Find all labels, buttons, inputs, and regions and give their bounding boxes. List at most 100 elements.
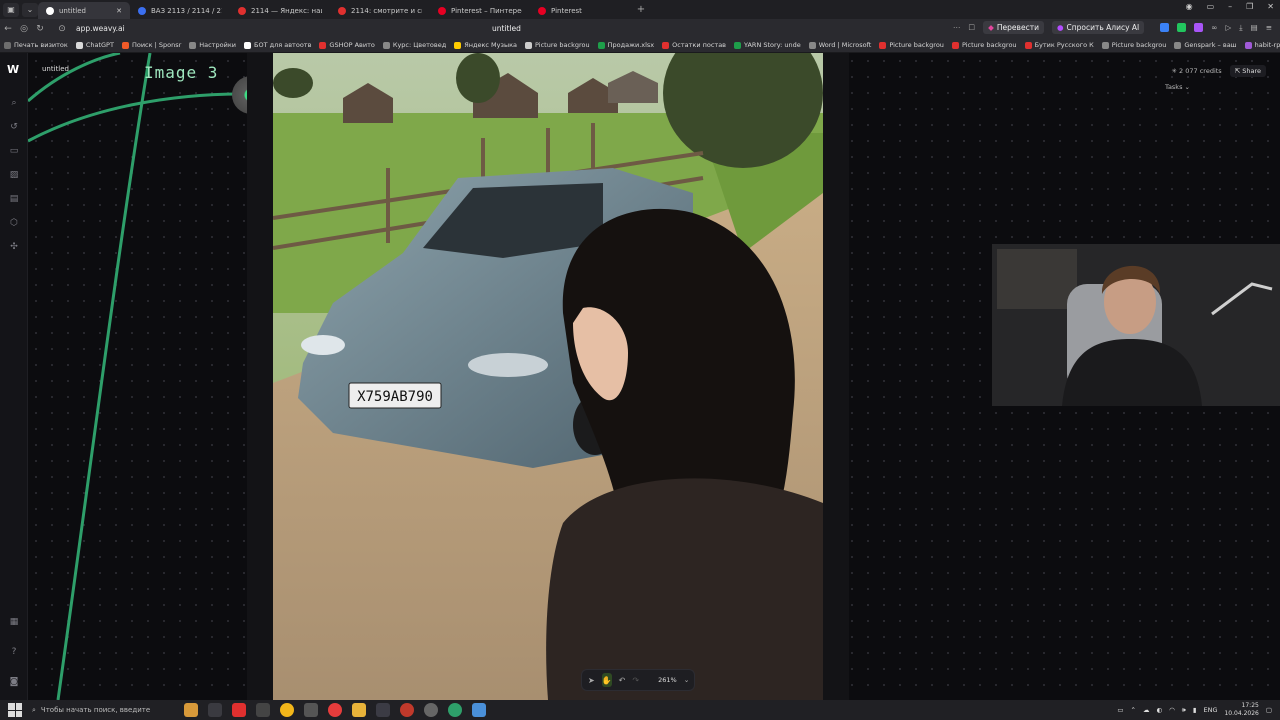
undo-icon[interactable]: ↶ bbox=[619, 676, 626, 685]
extension-icon[interactable] bbox=[1160, 23, 1170, 32]
bookmark-item[interactable]: Picture backgrou bbox=[1098, 41, 1171, 49]
browser-tab[interactable]: 2114: смотрите и скачива bbox=[330, 2, 430, 19]
bookmark-item[interactable]: Picture backgrou bbox=[521, 41, 594, 49]
bookmark-item[interactable]: Курс: Цветовед bbox=[379, 41, 450, 49]
select-tool-icon[interactable]: ➤ bbox=[588, 676, 595, 685]
ask-alice-button[interactable]: ● Спросить Алису AI bbox=[1051, 21, 1145, 34]
bookmark-icon[interactable]: ☐ bbox=[968, 23, 975, 32]
browser-tab[interactable]: Pinterest – Пинтерест bbox=[430, 2, 530, 19]
bookmark-item[interactable]: Word | Microsoft bbox=[805, 41, 876, 49]
bookmark-item[interactable]: Picture backgrou bbox=[948, 41, 1021, 49]
history-icon[interactable]: ↺ bbox=[8, 121, 20, 133]
browser-tab[interactable]: Pinterest bbox=[530, 2, 630, 19]
browser-tab[interactable]: untitled ✕ bbox=[38, 2, 130, 19]
photo-image: Х759АВ790 bbox=[273, 53, 823, 700]
app-icon[interactable] bbox=[448, 703, 462, 717]
photos-icon[interactable] bbox=[472, 703, 486, 717]
bookmark-item[interactable]: Продажи.xlsx bbox=[594, 41, 659, 49]
bookmark-item[interactable]: Настройки bbox=[185, 41, 240, 49]
close-tab-icon[interactable]: ✕ bbox=[116, 7, 122, 15]
media-icon[interactable]: ▷ bbox=[1226, 23, 1232, 32]
hand-tool-icon[interactable]: ✋ bbox=[601, 673, 612, 687]
app-icon[interactable] bbox=[256, 703, 270, 717]
tray-app-icon[interactable]: ☁ bbox=[1143, 706, 1150, 714]
bookmark-item[interactable]: Поиск | Sponsr bbox=[118, 41, 185, 49]
taskbar-search[interactable]: ⌕ Чтобы начать поиск, введите bbox=[32, 703, 184, 718]
settings-icon[interactable] bbox=[424, 703, 438, 717]
notifications-icon[interactable]: ▢ bbox=[1266, 706, 1272, 714]
share-button[interactable]: ⇱ Share bbox=[1229, 65, 1266, 77]
wifi-icon[interactable]: ◠ bbox=[1169, 706, 1175, 714]
extension-icon[interactable] bbox=[1177, 23, 1187, 32]
url-field[interactable]: app.weavy.ai bbox=[76, 24, 125, 33]
app-icon[interactable] bbox=[376, 703, 390, 717]
start-button[interactable] bbox=[8, 703, 22, 717]
browser-tab[interactable]: 2114 — Яндекс: нашлось bbox=[230, 2, 330, 19]
new-tab-button[interactable]: + bbox=[634, 3, 648, 17]
bookmark-item[interactable]: ChatGPT bbox=[72, 41, 118, 49]
translate-icon: ◆ bbox=[988, 23, 994, 32]
tasks-dropdown[interactable]: Tasks ⌄ bbox=[1165, 83, 1190, 91]
model-icon[interactable]: ⬡ bbox=[8, 217, 20, 229]
yandex-icon[interactable]: ◎ bbox=[16, 24, 32, 34]
bookmark-item[interactable]: Печать визиток bbox=[0, 41, 72, 49]
help-icon[interactable]: ? bbox=[8, 646, 20, 658]
language-indicator[interactable]: ENG bbox=[1203, 706, 1217, 714]
yandex-browser-icon[interactable] bbox=[328, 703, 342, 717]
bookmark-item[interactable]: Бутик Русского К bbox=[1021, 41, 1098, 49]
volume-icon[interactable]: 🕪 bbox=[1182, 706, 1186, 715]
close-window-icon[interactable]: ✕ bbox=[1267, 2, 1274, 11]
translate-button[interactable]: ◆ Перевести bbox=[983, 21, 1044, 34]
app-icon[interactable] bbox=[232, 703, 246, 717]
weavy-logo-icon[interactable]: W bbox=[7, 63, 21, 76]
collections-icon[interactable]: ▤ bbox=[1251, 23, 1258, 32]
clock[interactable]: 17:25 10.04.2026 bbox=[1224, 702, 1258, 718]
extension-icon[interactable] bbox=[1194, 23, 1204, 32]
tray-app-icon[interactable]: ▭ bbox=[1117, 706, 1123, 714]
project-title[interactable]: untitled bbox=[42, 65, 69, 73]
tab-list-icon[interactable]: ⌄ bbox=[22, 2, 38, 17]
os-taskbar: ⌕ Чтобы начать поиск, введите ▭ ⌃ ☁ ◐ ◠ … bbox=[0, 700, 1280, 720]
browser-tab[interactable]: ВАЗ 2113 / 2114 / 2115 bbox=[130, 2, 230, 19]
chevron-down-icon[interactable]: ⌄ bbox=[684, 676, 690, 684]
zoom-level[interactable]: 261% bbox=[658, 676, 677, 684]
restore-icon[interactable]: ❐ bbox=[1246, 2, 1253, 11]
chevron-up-icon[interactable]: ⌃ bbox=[1130, 706, 1135, 714]
search-highlight-icon[interactable] bbox=[184, 703, 198, 717]
site-info-icon[interactable]: ⊙ bbox=[54, 24, 70, 34]
more-icon[interactable]: ⋯ bbox=[953, 23, 961, 32]
redo-icon[interactable]: ↷ bbox=[632, 676, 639, 685]
webcam-image bbox=[992, 244, 1280, 406]
battery-icon[interactable]: ▮ bbox=[1193, 706, 1197, 714]
discord-icon[interactable]: ◙ bbox=[8, 676, 20, 688]
file-explorer-icon[interactable] bbox=[352, 703, 366, 717]
gallery-icon[interactable]: ▦ bbox=[8, 616, 20, 628]
menu-icon[interactable]: ≡ bbox=[1266, 23, 1272, 32]
bookmark-item[interactable]: YARN Story: unde bbox=[730, 41, 805, 49]
profile-icon[interactable]: ◉ bbox=[1186, 2, 1193, 11]
app-icon[interactable] bbox=[400, 703, 414, 717]
image-node-icon[interactable]: ▨ bbox=[8, 169, 20, 181]
back-icon[interactable]: ← bbox=[0, 24, 16, 34]
bookmark-item[interactable]: habit-rpg bbox=[1241, 41, 1280, 49]
search-icon[interactable]: ⌕ bbox=[8, 97, 20, 109]
app-icon[interactable] bbox=[304, 703, 318, 717]
reload-icon[interactable]: ↻ bbox=[32, 24, 48, 34]
download-icon[interactable]: ⤓ bbox=[1239, 23, 1242, 33]
tray-app-icon[interactable]: ◐ bbox=[1156, 706, 1162, 714]
task-view-icon[interactable] bbox=[208, 703, 222, 717]
browser-menu-icon[interactable]: ▣ bbox=[3, 2, 19, 17]
toolbox-icon[interactable]: ▭ bbox=[8, 145, 20, 157]
bookmark-item[interactable]: Остатки постав bbox=[658, 41, 730, 49]
bookmark-item[interactable]: Genspark – ваш bbox=[1170, 41, 1240, 49]
flow-icon[interactable]: ✣ bbox=[8, 241, 20, 253]
bookmark-item[interactable]: GSHOP Авито bbox=[315, 41, 378, 49]
document-icon[interactable]: ▤ bbox=[8, 193, 20, 205]
bookmark-list-icon[interactable]: ▭ bbox=[1207, 2, 1215, 11]
bookmark-item[interactable]: БОТ для автоотв bbox=[240, 41, 315, 49]
link-icon[interactable]: ∞ bbox=[1211, 23, 1217, 32]
bookmark-item[interactable]: Яндекс Музыка bbox=[450, 41, 521, 49]
chrome-icon[interactable] bbox=[280, 703, 294, 717]
bookmark-item[interactable]: Picture backgrou bbox=[875, 41, 948, 49]
minimize-icon[interactable]: – bbox=[1228, 2, 1232, 11]
